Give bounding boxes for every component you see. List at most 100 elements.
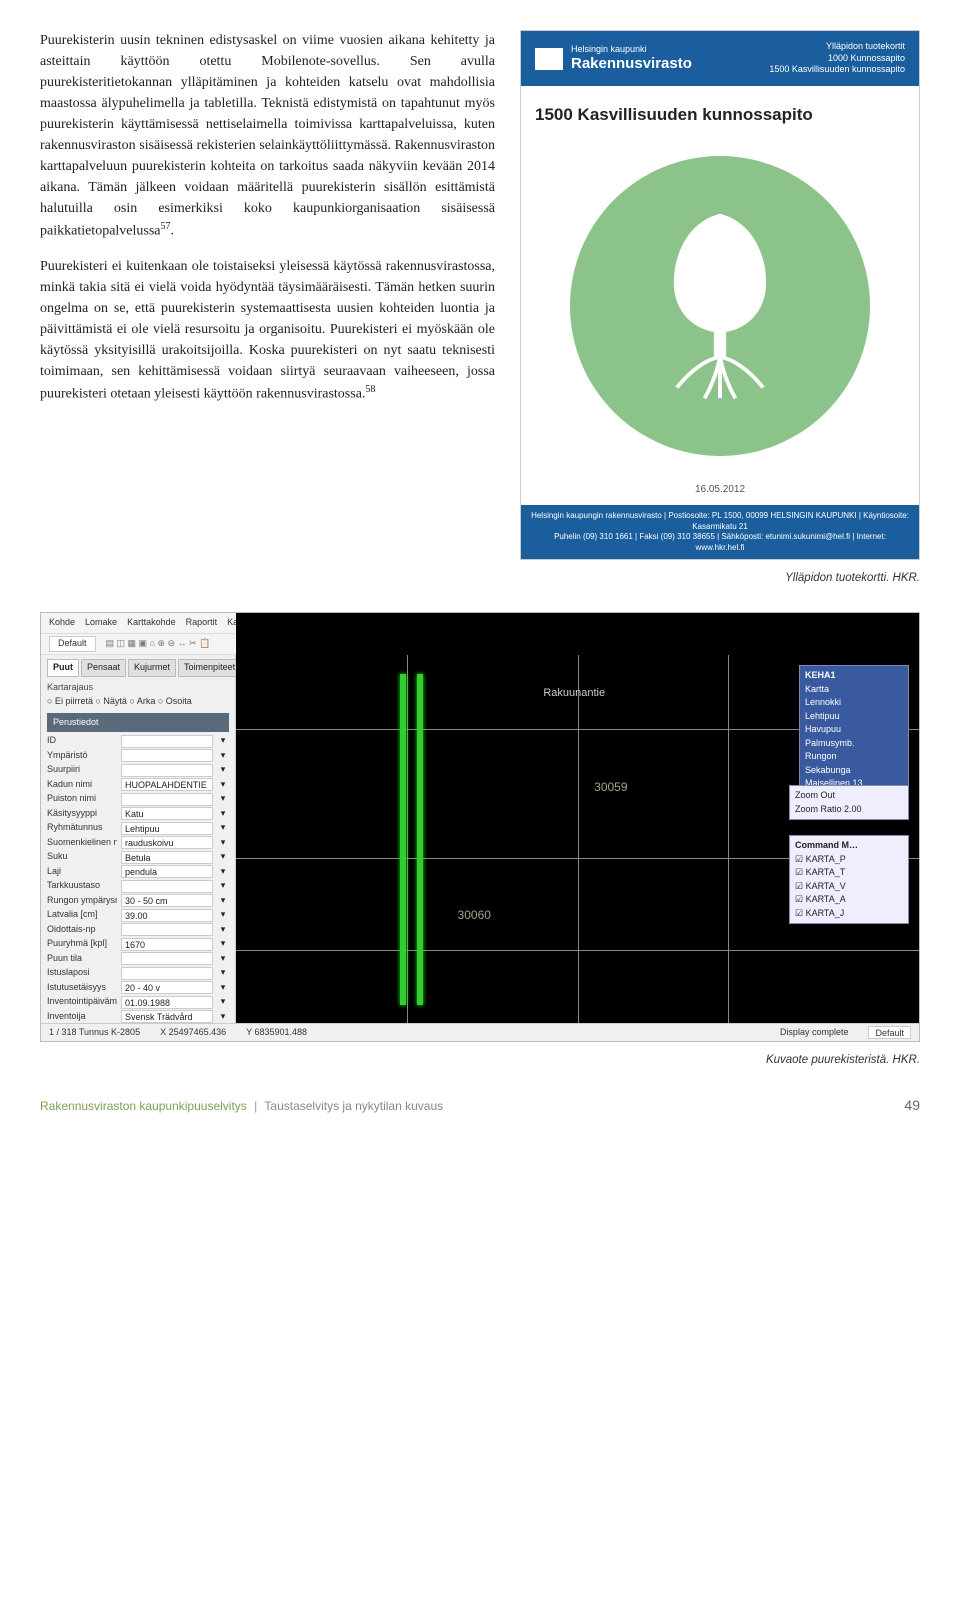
gis-field-value[interactable] [121,952,213,965]
gis-field-value[interactable]: pendula [121,865,213,878]
command-item[interactable]: ☑ KARTA_A [795,893,903,907]
gis-map-canvas[interactable]: 30059 30060 Rakuunantie KEHA1 KarttaLenn… [236,613,919,1041]
layer-item[interactable]: Lehtipuu [805,710,903,724]
dropdown-icon[interactable]: ▾ [217,952,229,966]
dropdown-icon[interactable]: ▾ [217,981,229,995]
gis-field-label: Inventointipäivämäärä [47,995,117,1009]
layer-item[interactable]: Sekabunga [805,764,903,778]
gis-field-value[interactable] [121,967,213,980]
gis-field-row: Rungon ympärysmitta30 - 50 cm▾ [47,894,229,908]
dropdown-icon[interactable]: ▾ [217,749,229,763]
gis-field-row: Puuryhmä [kpl] 1670 ▾ [47,937,229,951]
dropdown-icon[interactable]: ▾ [217,908,229,922]
gis-field-value[interactable]: HUOPALAHDENTIE [121,778,213,791]
gis-menu-item[interactable]: Kohde [49,616,75,630]
layer-item[interactable]: Kartta [805,683,903,697]
gis-field-value[interactable] [121,735,213,748]
gis-field-row: Inventointipäivämäärä 01.09.1988 ▾ [47,995,229,1009]
dropdown-icon[interactable]: ▾ [217,879,229,893]
gis-menu-item[interactable]: Raportit [186,616,218,630]
gis-menu-item[interactable]: Lomake [85,616,117,630]
gis-field-value[interactable]: 1670 [121,938,213,951]
layer-item[interactable]: Palmusymb. [805,737,903,751]
dropdown-icon[interactable]: ▾ [217,807,229,821]
gis-field-row: Puun tila▾ [47,952,229,966]
dropdown-icon[interactable]: ▾ [217,778,229,792]
command-item[interactable]: ☑ KARTA_T [795,866,903,880]
gis-field-label: Suku [47,850,117,864]
layer-item[interactable]: Lennokki [805,696,903,710]
dropdown-icon[interactable]: ▾ [217,836,229,850]
dropdown-icon[interactable]: ▾ [217,763,229,777]
dropdown-icon[interactable]: ▾ [217,1010,229,1024]
page-number: 49 [904,1095,920,1116]
gis-field-value[interactable]: Svensk Trädvård [121,1010,213,1023]
gis-field-label: Oidottais-np [47,923,117,937]
dropdown-icon[interactable]: ▾ [217,792,229,806]
gis-toolbar-select[interactable]: Default [49,636,96,652]
tuotekortti-date: 16.05.2012 [521,478,919,505]
dropdown-icon[interactable]: ▾ [217,966,229,980]
command-item[interactable]: ☑ KARTA_V [795,880,903,894]
gis-field-row: Kadun nimiHUOPALAHDENTIE▾ [47,778,229,792]
map-parcel-30059: 30059 [591,777,630,797]
header-right-block: Ylläpidon tuotekortit 1000 Kunnossapito … [769,41,905,76]
kartarajaus-radios[interactable]: ○ Ei piirretä ○ Näytä ○ Arka ○ Osoita [47,695,229,709]
command-item[interactable]: ☑ KARTA_J [795,907,903,921]
status-dropdown[interactable]: Default [868,1026,911,1039]
gis-field-value[interactable]: 01.09.1988 [121,996,213,1009]
gis-panel-zoom[interactable]: Zoom Out Zoom Ratio 2.00 [789,785,909,820]
layer-item[interactable]: Havupuu [805,723,903,737]
gis-field-label: Puuryhmä [kpl] [47,937,117,951]
dropdown-icon[interactable]: ▾ [217,850,229,864]
gis-toolbar-icons[interactable]: ▤ ◫ ▦ ▣ ⌂ ⊕ ⊖ ↔ ✂ 📋 [106,637,211,651]
gis-screenshot-figure: KohdeLomakeKarttakohdeRaportitKarttaMass… [40,612,920,1042]
gis-tab[interactable]: Pensaat [81,659,126,677]
gis-field-label: Ympäristö [47,749,117,763]
status-record-count: 1 / 318 Tunnus K-2805 [49,1026,140,1039]
gis-field-value[interactable] [121,880,213,893]
status-coord-y: Y 6835901.488 [246,1026,307,1039]
dropdown-icon[interactable]: ▾ [217,923,229,937]
gis-field-value[interactable] [121,764,213,777]
main-text-column: Puurekisterin uusin tekninen edistysaske… [40,30,495,587]
gis-field-value[interactable]: rauduskoivu [121,836,213,849]
dropdown-icon[interactable]: ▾ [217,937,229,951]
paragraph-1: Puurekisterin uusin tekninen edistysaske… [40,30,495,242]
kartarajaus-label: Kartarajaus [47,681,229,695]
gis-tab[interactable]: Toimenpiteet [178,659,236,677]
gis-field-value[interactable]: Lehtipuu [121,822,213,835]
gis-menu-item[interactable]: Karttakohde [127,616,176,630]
gis-field-row: Suku Betula ▾ [47,850,229,864]
dropdown-icon[interactable]: ▾ [217,821,229,835]
gis-field-row: Istutusetäisyys20 - 40 v▾ [47,981,229,995]
gis-field-row: Puiston nimi▾ [47,792,229,806]
gis-field-label: Suurpiiri [47,763,117,777]
gis-field-value[interactable] [121,923,213,936]
gis-field-value[interactable]: Katu [121,807,213,820]
gis-tab[interactable]: Kujurmet [128,659,176,677]
dropdown-icon[interactable]: ▾ [217,995,229,1009]
gis-panel-command[interactable]: Command M… ☑ KARTA_P☑ KARTA_T☑ KARTA_V☑ … [789,835,909,924]
gis-field-value[interactable]: 20 - 40 v [121,981,213,994]
gis-tab[interactable]: Puut [47,659,79,677]
layer-item[interactable]: Rungon [805,750,903,764]
gis-field-label: Inventoija [47,1010,117,1024]
gis-field-value[interactable]: 39.00 [121,909,213,922]
gis-field-value[interactable]: 30 - 50 cm [121,894,213,907]
gis-sidebar: PuutPensaatKujurmetToimenpiteet Kartaraj… [41,655,236,1023]
dropdown-icon[interactable]: ▾ [217,734,229,748]
section-perustiedot[interactable]: Perustiedot [47,713,229,733]
gis-field-row: Ympäristö ▾ [47,749,229,763]
gis-field-row: ID▾ [47,734,229,748]
dropdown-icon[interactable]: ▾ [217,894,229,908]
dropdown-icon[interactable]: ▾ [217,865,229,879]
map-street-label: Rakuunantie [543,685,605,702]
gis-field-value[interactable] [121,749,213,762]
gis-field-row: Latvalia [cm]39.00▾ [47,908,229,922]
figure-2-caption: Kuvaote puurekisteristä. HKR. [40,1052,920,1069]
gis-field-value[interactable]: Betula [121,851,213,864]
gis-field-value[interactable] [121,793,213,806]
gis-panel-layers[interactable]: KEHA1 KarttaLennokkiLehtipuuHavupuuPalmu… [799,665,909,795]
command-item[interactable]: ☑ KARTA_P [795,853,903,867]
